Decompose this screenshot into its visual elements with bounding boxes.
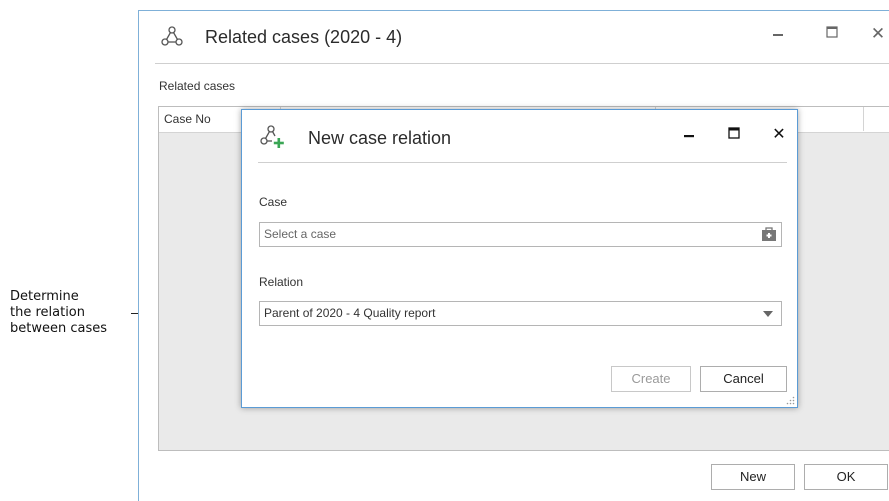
dialog-title: New case relation — [308, 128, 452, 148]
cancel-button[interactable]: Cancel — [700, 366, 787, 392]
new-case-relation-dialog: New case relation ✕ Case Select a case R… — [241, 109, 798, 408]
chevron-down-icon[interactable] — [763, 311, 773, 317]
close-icon[interactable]: ✕ — [867, 23, 889, 45]
ok-button[interactable]: OK — [804, 464, 888, 490]
resize-grip-icon[interactable] — [785, 395, 795, 405]
case-relation-icon — [161, 26, 183, 46]
case-placeholder: Select a case — [264, 227, 337, 241]
dialog-header: New case relation ✕ — [258, 110, 787, 163]
minimize-icon[interactable] — [767, 23, 789, 45]
relation-selected-value: Parent of 2020 - 4 Quality report — [264, 306, 436, 320]
section-label: Related cases — [159, 79, 236, 93]
case-picker-field[interactable]: Select a case — [259, 222, 782, 247]
new-button[interactable]: New — [711, 464, 795, 490]
relation-select[interactable]: Parent of 2020 - 4 Quality report — [259, 301, 782, 326]
relation-label: Relation — [259, 275, 304, 289]
create-button[interactable]: Create — [611, 366, 691, 392]
case-label: Case — [259, 195, 288, 209]
dialog-maximize-icon[interactable] — [723, 124, 745, 146]
add-case-relation-icon — [260, 125, 284, 148]
maximize-icon[interactable] — [821, 23, 843, 45]
window-header: Related cases (2020 - 4) ✕ — [155, 11, 889, 64]
dialog-close-icon[interactable]: ✕ — [768, 124, 790, 146]
annotation-text: Determine the relation between cases — [10, 289, 108, 336]
dialog-minimize-icon[interactable] — [678, 124, 700, 146]
case-picker-icon[interactable] — [761, 227, 777, 242]
window-title: Related cases (2020 - 4) — [205, 27, 403, 47]
